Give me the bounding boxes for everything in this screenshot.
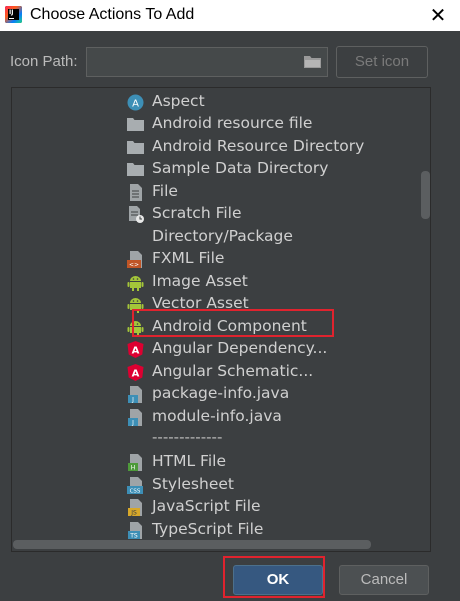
svg-text:TS: TS (129, 533, 138, 540)
highlight-ok-button (223, 556, 325, 598)
list-item-label: TypeScript File (152, 520, 264, 538)
scratch-file-icon (127, 206, 144, 223)
file-icon (127, 184, 144, 201)
list-item-label: Aspect (152, 92, 205, 110)
folder-icon (127, 139, 144, 156)
svg-text:A: A (132, 99, 139, 110)
list-item-label: File (152, 182, 178, 200)
cancel-button[interactable]: Cancel (339, 565, 429, 595)
list-item-label: Sample Data Directory (152, 159, 329, 177)
svg-text:A: A (132, 346, 140, 357)
list-item-label: FXML File (152, 249, 225, 267)
svg-text:CSS: CSS (130, 489, 141, 495)
list-item-label: package-info.java (152, 384, 290, 402)
svg-text:A: A (132, 369, 140, 380)
blank-icon (127, 229, 144, 246)
angular-icon: A (127, 364, 144, 381)
html-file-icon: H (127, 454, 144, 472)
list-item-label: Image Asset (152, 272, 248, 290)
list-item-label: Stylesheet (152, 475, 234, 493)
actions-list[interactable]: A Aspect Android resource file Android Reso… (11, 87, 431, 552)
folder-icon[interactable] (304, 55, 321, 68)
fxml-icon: <> (127, 251, 144, 269)
java-file-icon: J (127, 386, 144, 404)
angular-icon: A (127, 341, 144, 358)
horizontal-scrollbar[interactable] (13, 540, 371, 549)
list-item-label: Scratch File (152, 204, 242, 222)
svg-text:JS: JS (130, 510, 137, 517)
list-item-label: Directory/Package (152, 227, 293, 245)
icon-path-label: Icon Path: (10, 53, 78, 70)
svg-text:J: J (131, 420, 134, 427)
svg-text:H: H (131, 465, 136, 472)
list-item-label: HTML File (152, 452, 226, 470)
close-button[interactable]: ✕ (426, 3, 450, 27)
folder-icon (127, 116, 144, 133)
set-icon-button[interactable]: Set icon (336, 46, 428, 78)
android-icon (127, 274, 144, 291)
intellij-logo-icon: IJ (5, 6, 22, 23)
list-item-label: module-info.java (152, 407, 282, 425)
folder-icon (127, 161, 144, 178)
aspect-icon: A (127, 94, 144, 111)
svg-text:<>: <> (129, 262, 139, 269)
list-item-label: JavaScript File (152, 497, 261, 515)
list-item-label: Android Resource Directory (152, 137, 365, 155)
dialog-title: Choose Actions To Add (30, 6, 195, 23)
svg-text:J: J (131, 397, 134, 404)
vertical-scrollbar[interactable] (421, 171, 430, 219)
java-file-icon: J (127, 409, 144, 427)
js-file-icon: JS (127, 499, 144, 517)
icon-path-input[interactable] (86, 47, 328, 77)
list-item-label: Angular Dependency... (152, 339, 328, 357)
list-item-label: Angular Schematic... (152, 362, 314, 380)
ts-file-icon: TS (127, 522, 144, 540)
title-bar: IJ Choose Actions To Add ✕ (0, 0, 460, 31)
highlight-directory-package (132, 309, 334, 337)
list-separator: ------------- (152, 428, 223, 446)
list-item-label: Android resource file (152, 114, 313, 132)
css-file-icon: CSS (127, 477, 144, 495)
